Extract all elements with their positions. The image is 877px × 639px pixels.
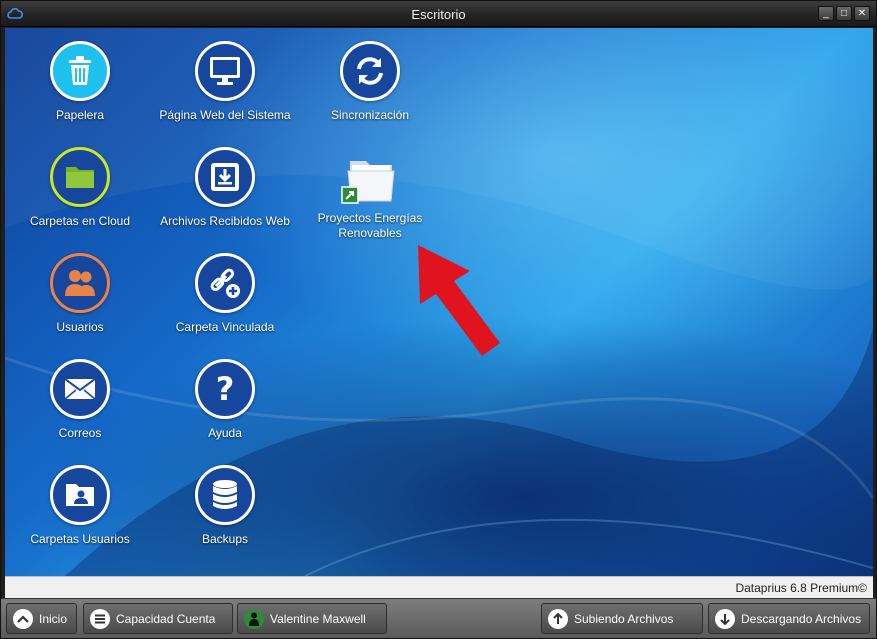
app-window: Escritorio _ □ ✕ Papelera Carpetas en Cl… xyxy=(0,0,877,639)
start-button[interactable]: Inicio xyxy=(6,603,77,634)
desktop-icon-pagina-web[interactable]: Página Web del Sistema xyxy=(150,41,300,123)
inbox-download-icon xyxy=(195,147,255,207)
desktop-icon-archivos-recibidos[interactable]: Archivos Recibidos Web xyxy=(150,147,300,229)
icon-label: Carpetas en Cloud xyxy=(29,214,131,228)
svg-text:?: ? xyxy=(216,373,235,405)
version-label: Dataprius 6.8 Premium© xyxy=(735,581,867,595)
title-bar[interactable]: Escritorio _ □ ✕ xyxy=(1,1,876,27)
downloading-button[interactable]: Descargando Archivos xyxy=(708,603,870,634)
icon-label: Archivos Recibidos Web xyxy=(160,214,290,228)
upload-icon xyxy=(548,608,568,629)
user-button[interactable]: Valentine Maxwell xyxy=(237,603,387,634)
user-label: Valentine Maxwell xyxy=(270,611,366,626)
close-button[interactable]: ✕ xyxy=(854,6,870,21)
minimize-button[interactable]: _ xyxy=(818,6,834,21)
start-label: Inicio xyxy=(39,611,68,626)
icon-label: Correos xyxy=(58,426,102,440)
desktop: Papelera Carpetas en Cloud Usuarios Corr… xyxy=(5,28,873,576)
link-plus-icon xyxy=(195,253,255,313)
desktop-icon-carpeta-vinculada[interactable]: Carpeta Vinculada xyxy=(150,253,300,335)
desktop-icon-sincronizacion[interactable]: Sincronización xyxy=(295,41,445,123)
icon-label: Usuarios xyxy=(56,320,104,334)
uploading-button[interactable]: Subiendo Archivos xyxy=(541,603,703,634)
user-folder-icon xyxy=(50,465,110,525)
pointer-arrow xyxy=(418,245,500,356)
icon-label: Ayuda xyxy=(208,426,242,440)
capacity-label: Capacidad Cuenta xyxy=(116,611,216,626)
help-icon: ? xyxy=(195,359,255,419)
trash-icon xyxy=(50,41,110,101)
desktop-icon-proyectos-energias[interactable]: Proyectos Energías Renovables xyxy=(295,153,445,241)
users-icon xyxy=(50,253,110,313)
folder-icon xyxy=(50,147,110,207)
icon-label: Sincronización xyxy=(330,108,410,122)
mail-icon xyxy=(50,359,110,419)
capacity-button[interactable]: Capacidad Cuenta xyxy=(83,603,233,634)
downloading-label: Descargando Archivos xyxy=(741,611,862,626)
icon-label: Carpetas Usuarios xyxy=(30,532,130,546)
maximize-button[interactable]: □ xyxy=(836,6,852,21)
icon-label: Página Web del Sistema xyxy=(159,108,291,122)
uploading-label: Subiendo Archivos xyxy=(574,611,674,626)
desktop-icon-carpetas-cloud[interactable]: Carpetas en Cloud xyxy=(5,147,155,229)
desktop-icon-correos[interactable]: Correos xyxy=(5,359,155,441)
desktop-icon-usuarios[interactable]: Usuarios xyxy=(5,253,155,335)
icon-label: Backups xyxy=(201,532,249,546)
chevron-up-icon xyxy=(13,608,33,629)
desktop-icon-backups[interactable]: Backups xyxy=(150,465,300,547)
icon-label: Carpeta Vinculada xyxy=(175,320,275,334)
window-title: Escritorio xyxy=(411,7,466,22)
download-icon xyxy=(715,608,735,629)
desktop-icon-ayuda[interactable]: ? Ayuda xyxy=(150,359,300,441)
user-icon xyxy=(244,608,264,629)
status-line: Dataprius 6.8 Premium© xyxy=(5,576,873,598)
desktop-icon-carpetas-usuarios[interactable]: Carpetas Usuarios xyxy=(5,465,155,547)
monitor-icon xyxy=(195,41,255,101)
icon-label: Proyectos Energías Renovables xyxy=(317,211,423,240)
sync-icon xyxy=(340,41,400,101)
database-icon xyxy=(195,465,255,525)
menu-icon xyxy=(90,608,110,629)
folder-shortcut-icon xyxy=(340,153,400,207)
icon-label: Papelera xyxy=(55,108,105,122)
desktop-icon-papelera[interactable]: Papelera xyxy=(5,41,155,123)
taskbar: Inicio Capacidad Cuenta Valentine Maxwel… xyxy=(1,598,876,638)
